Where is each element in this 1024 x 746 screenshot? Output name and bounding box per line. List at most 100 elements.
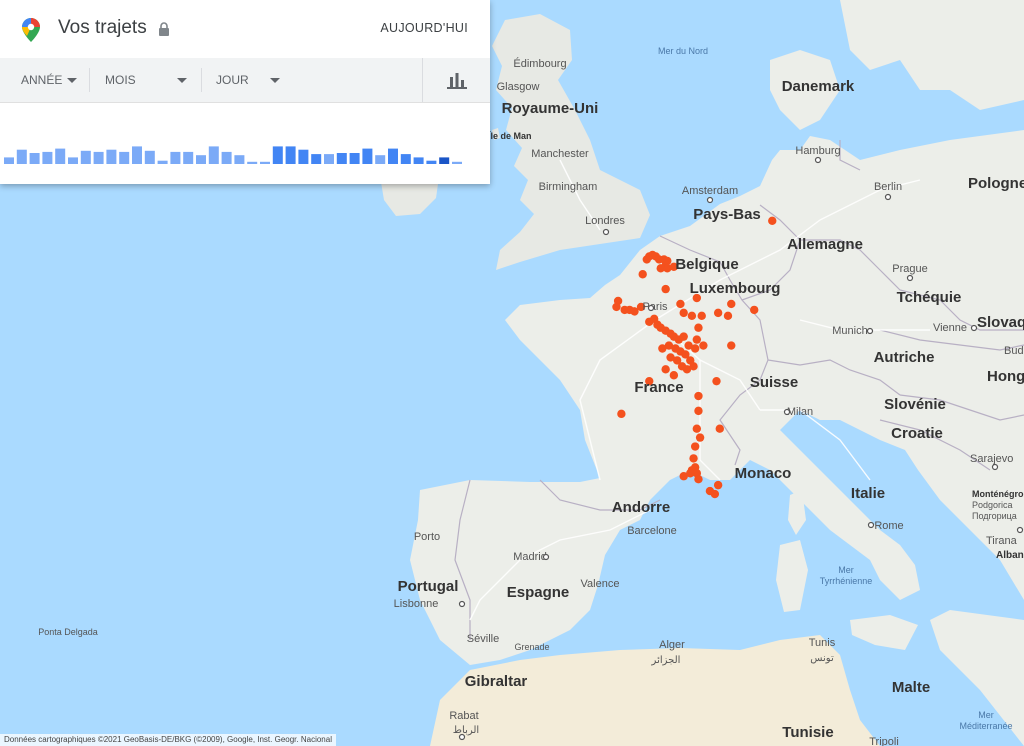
country-label: Pologne: [968, 175, 1024, 192]
city-label: Milan: [787, 406, 813, 418]
visit-dot[interactable]: [705, 486, 715, 496]
visit-dot[interactable]: [687, 311, 697, 321]
visit-dot[interactable]: [694, 391, 703, 401]
histogram-bar[interactable]: [208, 146, 219, 164]
timeline-histogram[interactable]: [0, 102, 490, 184]
histogram-bar[interactable]: [68, 157, 78, 164]
country-label: Tunisie: [782, 724, 833, 741]
visit-dot[interactable]: [699, 341, 708, 350]
histogram-bar[interactable]: [144, 150, 155, 164]
visit-dot[interactable]: [713, 308, 723, 318]
country-label: Croatie: [891, 425, 943, 442]
visit-dot[interactable]: [715, 424, 724, 433]
visit-dot[interactable]: [712, 376, 721, 386]
visit-dot[interactable]: [694, 474, 703, 484]
visit-dot[interactable]: [645, 317, 654, 326]
day-dropdown[interactable]: JOUR: [216, 58, 286, 102]
histogram-bar[interactable]: [285, 146, 296, 164]
histogram-bar[interactable]: [4, 157, 14, 164]
visit-dot[interactable]: [617, 409, 626, 419]
histogram-bar[interactable]: [16, 149, 27, 164]
histogram-bar[interactable]: [298, 149, 309, 164]
visit-dot[interactable]: [676, 299, 685, 309]
city-label: Monténégro: [972, 489, 1024, 499]
visit-dot[interactable]: [768, 216, 777, 226]
visit-dot[interactable]: [750, 305, 759, 315]
today-button[interactable]: AUJOURD'HUI: [380, 21, 468, 35]
country-label: France: [634, 379, 683, 396]
visit-dot[interactable]: [692, 424, 702, 433]
histogram-bar[interactable]: [260, 161, 270, 164]
histogram-bar[interactable]: [93, 151, 104, 164]
histogram-bar[interactable]: [106, 149, 117, 164]
histogram-bar[interactable]: [183, 151, 194, 164]
visit-dot[interactable]: [661, 365, 670, 374]
visit-dot[interactable]: [689, 362, 698, 371]
date-filters: ANNÉE MOIS JOUR: [0, 58, 490, 103]
histogram-bar[interactable]: [388, 148, 398, 164]
histogram-bar[interactable]: [362, 148, 373, 164]
visit-dot[interactable]: [690, 344, 700, 353]
city-label: Rabat: [449, 710, 478, 722]
visit-dot[interactable]: [694, 323, 703, 332]
histogram-bar[interactable]: [80, 150, 91, 164]
visit-dot[interactable]: [656, 264, 665, 273]
histogram-bar[interactable]: [452, 161, 462, 164]
city-label: Vienne: [933, 322, 967, 334]
city-label: Porto: [414, 531, 440, 543]
histogram-bar[interactable]: [157, 160, 168, 164]
histogram-bar[interactable]: [439, 157, 450, 164]
visit-dot[interactable]: [694, 406, 703, 416]
histogram-bar[interactable]: [119, 151, 130, 164]
visit-dot[interactable]: [638, 270, 647, 279]
chevron-down-icon: [177, 78, 187, 83]
histogram-bar[interactable]: [55, 148, 66, 164]
histogram-bar[interactable]: [324, 154, 334, 164]
histogram-bar[interactable]: [375, 155, 386, 164]
visit-dot[interactable]: [689, 454, 698, 463]
visit-dot[interactable]: [612, 302, 621, 312]
histogram-bar[interactable]: [336, 153, 347, 164]
visit-dot[interactable]: [679, 308, 688, 318]
visit-dot[interactable]: [723, 311, 733, 321]
sea-label-line: Tyrrhénienne: [820, 576, 873, 586]
histogram-bar[interactable]: [413, 157, 424, 164]
histogram-bar[interactable]: [42, 151, 53, 164]
visit-dot[interactable]: [679, 472, 688, 481]
histogram-bar[interactable]: [400, 154, 411, 164]
visit-dot[interactable]: [695, 433, 705, 442]
visit-dot[interactable]: [663, 256, 672, 266]
visit-dot[interactable]: [727, 299, 736, 309]
histogram-bar[interactable]: [221, 151, 232, 164]
chart-toggle-button[interactable]: [422, 58, 491, 102]
histogram-bar[interactable]: [170, 151, 181, 164]
visit-dot[interactable]: [690, 442, 700, 451]
sea-label: Mer du Nord: [658, 46, 708, 56]
histogram-bar[interactable]: [311, 154, 322, 164]
histogram-bar[interactable]: [272, 146, 283, 164]
city-label: Podgorica: [972, 500, 1013, 510]
histogram-bar[interactable]: [247, 161, 258, 164]
visit-dot[interactable]: [679, 332, 688, 341]
histogram-bar[interactable]: [29, 153, 40, 164]
city-label: Prague: [892, 263, 927, 275]
visit-dot[interactable]: [727, 341, 736, 350]
visit-dot[interactable]: [661, 284, 670, 294]
city-label: Barcelone: [627, 525, 677, 537]
histogram-bar[interactable]: [234, 155, 245, 164]
month-dropdown[interactable]: MOIS: [105, 58, 190, 102]
histogram-bar[interactable]: [349, 153, 360, 164]
histogram-bar[interactable]: [426, 160, 437, 164]
visit-dot[interactable]: [658, 344, 667, 353]
country-label: Andorre: [612, 499, 670, 516]
visit-dot[interactable]: [642, 255, 651, 264]
visit-dot[interactable]: [692, 335, 702, 344]
histogram-bar[interactable]: [132, 146, 142, 164]
visit-dot[interactable]: [713, 480, 723, 490]
sea-label-line: Mer: [978, 710, 994, 720]
country-label: Autriche: [874, 349, 935, 366]
histogram-bar[interactable]: [196, 155, 206, 164]
year-dropdown[interactable]: ANNÉE: [21, 58, 81, 102]
city-label: Tirana: [986, 535, 1018, 547]
visit-dot[interactable]: [697, 311, 706, 321]
